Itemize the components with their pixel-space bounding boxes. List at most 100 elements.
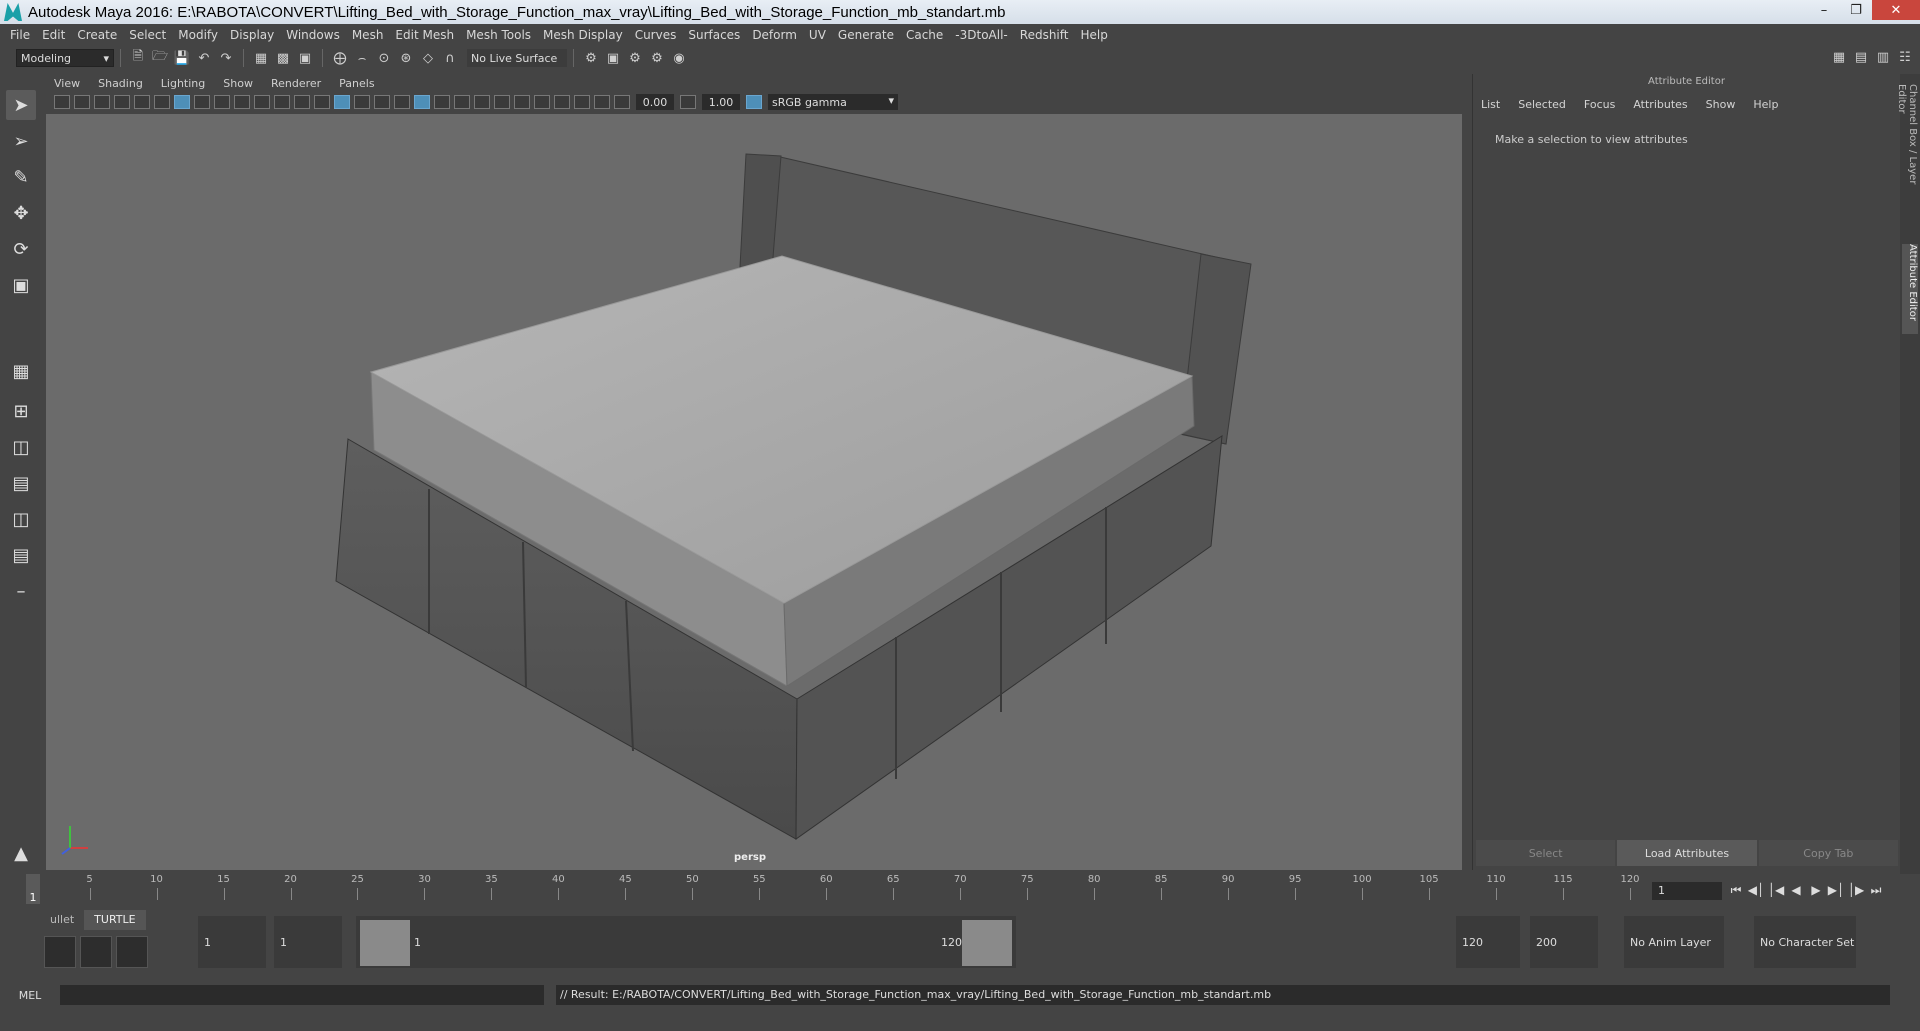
minimize-button[interactable]: –	[1808, 0, 1840, 20]
playback-end-field[interactable]: 120	[1456, 916, 1520, 968]
2d-pan-zoom-icon[interactable]	[134, 95, 150, 109]
step-back-key-icon[interactable]: ◀│	[1746, 880, 1766, 900]
view-transform-dropdown[interactable]: sRGB gamma ▾	[768, 94, 898, 110]
channel-box-icon[interactable]: ☷	[1896, 48, 1914, 66]
graph-layout-icon[interactable]: ◫	[6, 504, 36, 534]
range-end-handle[interactable]	[962, 920, 1012, 966]
menu-select[interactable]: Select	[129, 28, 166, 42]
xray-icon[interactable]	[414, 95, 430, 109]
collapse-icon[interactable]: –	[6, 576, 36, 606]
camera-attributes-icon[interactable]	[74, 95, 90, 109]
film-gate-icon[interactable]	[194, 95, 210, 109]
hypershade-layout-icon[interactable]: ▤	[6, 540, 36, 570]
select-hierarchy-icon[interactable]: ▦	[252, 49, 270, 67]
turtle-render-icon[interactable]	[80, 936, 112, 968]
playback-start-field[interactable]: 1	[274, 916, 342, 968]
render-frame-icon[interactable]: ⚙	[626, 49, 644, 67]
menu-set-dropdown[interactable]: Modeling ▾	[16, 49, 114, 67]
grid-toggle-icon[interactable]	[174, 95, 190, 109]
exposure-field[interactable]: 0.00	[636, 94, 674, 110]
viewport-menu-renderer[interactable]: Renderer	[271, 77, 321, 90]
save-scene-icon[interactable]: 💾	[173, 49, 191, 67]
menu-edit[interactable]: Edit	[42, 28, 65, 42]
bookmark-icon[interactable]	[94, 95, 110, 109]
xray-joints-icon[interactable]	[574, 95, 590, 109]
command-input[interactable]	[60, 985, 544, 1005]
viewport-menu-show[interactable]: Show	[223, 77, 253, 90]
range-start-handle[interactable]	[360, 920, 410, 966]
snap-curve-icon[interactable]: ⌢	[353, 49, 371, 67]
hypershade-icon[interactable]: ◉	[670, 49, 688, 67]
tab-channel-box[interactable]: Channel Box / Layer Editor	[1896, 84, 1918, 214]
ae-menu-selected[interactable]: Selected	[1518, 98, 1566, 111]
tool-settings-icon[interactable]: ▥	[1874, 48, 1892, 66]
new-scene-icon[interactable]: 🗎	[129, 49, 147, 67]
textured-icon[interactable]	[394, 95, 410, 109]
live-surface-field[interactable]: No Live Surface	[467, 49, 567, 67]
menu-uv[interactable]: UV	[809, 28, 826, 42]
current-time-indicator[interactable]: 1	[26, 874, 40, 904]
snap-grid-icon[interactable]: ⨁	[331, 49, 349, 67]
menu-modify[interactable]: Modify	[178, 28, 218, 42]
grease-pencil-icon[interactable]	[154, 95, 170, 109]
wireframe-icon[interactable]	[314, 95, 330, 109]
current-frame-field[interactable]: 1	[1652, 882, 1722, 900]
menu-surfaces[interactable]: Surfaces	[688, 28, 740, 42]
open-scene-icon[interactable]: 🗁	[151, 49, 169, 67]
tab-attribute-editor[interactable]: Attribute Editor	[1902, 244, 1918, 334]
menu-redshift[interactable]: Redshift	[1020, 28, 1069, 42]
close-button[interactable]: ✕	[1872, 0, 1920, 20]
lasso-tool-icon[interactable]: ➢	[6, 126, 36, 156]
menu-help[interactable]: Help	[1080, 28, 1107, 42]
go-to-start-icon[interactable]: ⏮	[1726, 880, 1746, 900]
menu-cache[interactable]: Cache	[906, 28, 943, 42]
load-attributes-button[interactable]: Load Attributes	[1617, 840, 1757, 866]
menu-file[interactable]: File	[10, 28, 30, 42]
viewport-menu-panels[interactable]: Panels	[339, 77, 374, 90]
copy-tab-button[interactable]: Copy Tab	[1758, 840, 1898, 866]
safe-action-icon[interactable]	[274, 95, 290, 109]
menu-edit-mesh[interactable]: Edit Mesh	[395, 28, 454, 42]
motion-blur-icon[interactable]	[494, 95, 510, 109]
ae-menu-help[interactable]: Help	[1753, 98, 1778, 111]
step-forward-key-icon[interactable]: │▶	[1846, 880, 1866, 900]
move-tool-icon[interactable]: ✥	[6, 198, 36, 228]
default-material-icon[interactable]	[354, 95, 370, 109]
script-language-toggle[interactable]: MEL	[0, 989, 60, 1002]
image-plane-icon[interactable]	[114, 95, 130, 109]
paint-select-tool-icon[interactable]: ✎	[6, 162, 36, 192]
turtle-bake-icon[interactable]	[44, 936, 76, 968]
depth-of-field-icon[interactable]	[534, 95, 550, 109]
ambient-occlusion-icon[interactable]	[474, 95, 490, 109]
menu-create[interactable]: Create	[77, 28, 117, 42]
outliner-layout-icon[interactable]: ▤	[6, 468, 36, 498]
use-lights-icon[interactable]	[434, 95, 450, 109]
gamma-icon[interactable]	[680, 95, 696, 109]
select-tool-icon[interactable]: ➤	[6, 90, 36, 120]
select-object-icon[interactable]: ▩	[274, 49, 292, 67]
modeling-toolkit-icon[interactable]: ▦	[1830, 48, 1848, 66]
maximize-button[interactable]: ❐	[1840, 0, 1872, 20]
snap-point-icon[interactable]: ⊙	[375, 49, 393, 67]
resolution-gate-icon[interactable]	[214, 95, 230, 109]
render-settings-icon[interactable]: ⚙	[582, 49, 600, 67]
safe-title-icon[interactable]	[294, 95, 310, 109]
anim-layer-dropdown[interactable]: No Anim Layer	[1624, 916, 1724, 968]
character-set-dropdown[interactable]: No Character Set	[1754, 916, 1856, 968]
turtle-sphere-icon[interactable]	[116, 936, 148, 968]
anti-aliasing-icon[interactable]	[514, 95, 530, 109]
gamma-field[interactable]: 1.00	[702, 94, 740, 110]
ae-menu-list[interactable]: List	[1481, 98, 1500, 111]
go-to-end-icon[interactable]: ⏭	[1866, 880, 1886, 900]
render-view-icon[interactable]: ▣	[604, 49, 622, 67]
camera-select-icon[interactable]	[54, 95, 70, 109]
color-management-icon[interactable]	[746, 95, 762, 109]
menu-3dtoall[interactable]: -3DtoAll-	[955, 28, 1007, 42]
xray-active-icon[interactable]	[594, 95, 610, 109]
ipr-render-icon[interactable]: ⚙	[648, 49, 666, 67]
menu-generate[interactable]: Generate	[838, 28, 894, 42]
3d-viewport[interactable]: persp	[46, 114, 1462, 870]
magnet-icon[interactable]: ∩	[441, 49, 459, 67]
ae-menu-focus[interactable]: Focus	[1584, 98, 1615, 111]
select-component-icon[interactable]: ▣	[296, 49, 314, 67]
